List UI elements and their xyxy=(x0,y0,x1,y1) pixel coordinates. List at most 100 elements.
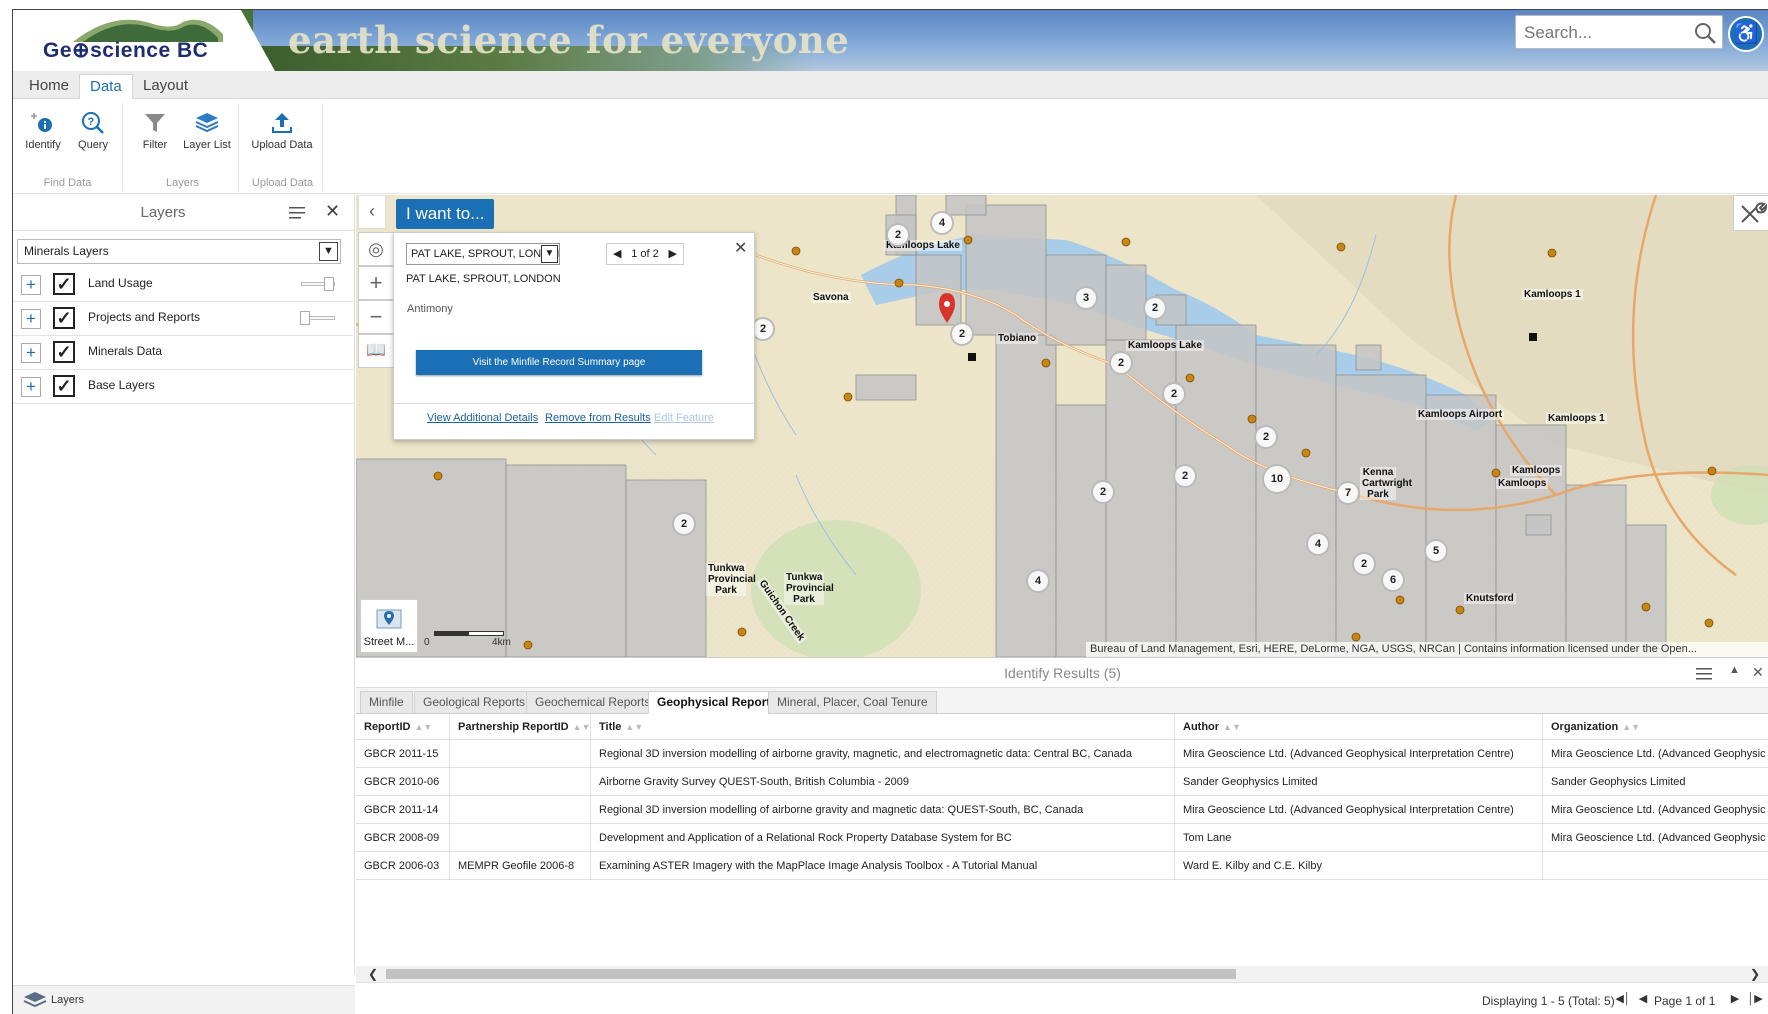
map-cluster[interactable]: 2 xyxy=(1162,382,1186,406)
bookmark-icon[interactable]: 📖 xyxy=(358,334,394,368)
map-cluster[interactable]: 10 xyxy=(1262,464,1292,494)
slider-knob[interactable] xyxy=(324,277,334,291)
opacity-slider[interactable] xyxy=(300,311,335,325)
logo[interactable]: Ge⊕science BC xyxy=(13,10,275,71)
expand-icon[interactable]: + xyxy=(21,275,41,295)
scroll-left-icon[interactable]: ❮ xyxy=(368,966,378,982)
chevron-down-icon[interactable]: ▼ xyxy=(541,245,558,263)
table-row[interactable]: GBCR 2008-09 Development and Application … xyxy=(356,824,1768,852)
header-banner: earth science for everyone Ge⊕science BC… xyxy=(13,10,1768,71)
locate-icon[interactable]: ◎ xyxy=(358,232,394,266)
table-row[interactable]: GBCR 2010-06 Airborne Gravity Survey QUES… xyxy=(356,768,1768,796)
map-view[interactable]: Kamloops Lake Savona Tobiano Kamloops La… xyxy=(356,195,1768,657)
chevron-down-icon[interactable]: ▼ xyxy=(319,242,338,261)
tab-geochemical-reports[interactable]: Geochemical Reports xyxy=(526,691,660,714)
slider-knob[interactable] xyxy=(300,311,310,325)
next-icon[interactable]: ▶ xyxy=(669,244,677,264)
table-row[interactable]: GBCR 2011-15 Regional 3D inversion modell… xyxy=(356,740,1768,768)
tab-layout[interactable]: Layout xyxy=(133,74,198,99)
layer-set-select[interactable]: Minerals Layers ▼ xyxy=(17,239,341,264)
layer-checkbox[interactable]: ✓ xyxy=(53,341,75,363)
layer-checkbox[interactable]: ✓ xyxy=(53,307,75,329)
layer-checkbox[interactable]: ✓ xyxy=(53,375,75,397)
map-cluster[interactable]: 6 xyxy=(1381,568,1405,592)
layer-list-button[interactable]: Layer List xyxy=(179,109,235,159)
map-cluster[interactable]: 2 xyxy=(1352,552,1376,576)
map-cluster[interactable]: 4 xyxy=(930,211,954,235)
zoom-in-button[interactable]: + xyxy=(358,266,394,300)
table-cell: GBCR 2011-14 xyxy=(356,796,450,823)
layer-label: Base Layers xyxy=(88,378,155,392)
expand-icon[interactable]: + xyxy=(21,377,41,397)
ribbon-group-layers: Filter Layer List Layers xyxy=(127,103,239,191)
next-page-icon[interactable]: ▶ xyxy=(1726,990,1744,1008)
map-cluster[interactable]: 4 xyxy=(1026,569,1050,593)
horizontal-scrollbar[interactable]: ❮ ❯ xyxy=(356,966,1768,982)
map-cluster[interactable]: 2 xyxy=(672,512,696,536)
expand-icon[interactable]: + xyxy=(21,309,41,329)
column-header[interactable]: Title ▲▼ xyxy=(591,714,1175,739)
map-cluster[interactable]: 2 xyxy=(886,223,910,247)
scrollbar-thumb[interactable] xyxy=(386,969,1236,979)
map-cluster[interactable]: 2 xyxy=(1173,464,1197,488)
popup-title: PAT LAKE, SPROUT, LONDON xyxy=(406,273,561,285)
map-cluster[interactable]: 7 xyxy=(1336,481,1360,505)
tab-geophysical-reports[interactable]: Geophysical Reports xyxy=(648,691,787,714)
tab-geological-reports[interactable]: Geological Reports xyxy=(414,691,535,714)
map-cluster[interactable]: 2 xyxy=(950,322,974,346)
scale-end: 4km xyxy=(492,637,511,648)
previous-page-icon[interactable]: ◀ xyxy=(1634,990,1652,1008)
i-want-to-button[interactable]: I want to... xyxy=(396,199,495,229)
view-details-link[interactable]: View Additional Details xyxy=(427,412,538,424)
opacity-slider[interactable] xyxy=(301,277,335,291)
table-row[interactable]: GBCR 2006-03 MEMPR Geofile 2006-8 Examinin… xyxy=(356,852,1768,880)
search-input[interactable] xyxy=(1524,22,1684,44)
map-cluster[interactable]: 2 xyxy=(1254,425,1278,449)
close-icon[interactable]: ✕ xyxy=(325,201,340,222)
table-row[interactable]: GBCR 2011-14 Regional 3D inversion modell… xyxy=(356,796,1768,824)
filter-button[interactable]: Filter xyxy=(127,109,183,159)
place-label: Tunkwa Provincial Park xyxy=(706,563,756,596)
accessibility-icon[interactable]: ♿ xyxy=(1728,16,1764,52)
remove-from-results-link[interactable]: Remove from Results xyxy=(545,412,651,424)
column-header[interactable]: Author ▲▼ xyxy=(1175,714,1543,739)
column-header[interactable]: Organization ▲▼ xyxy=(1543,714,1768,739)
tab-home[interactable]: Home xyxy=(19,74,79,99)
map-cluster[interactable]: 3 xyxy=(1074,286,1098,310)
map-cluster[interactable]: 2 xyxy=(1143,296,1167,320)
search-icon[interactable] xyxy=(1694,22,1716,44)
place-label: Tobiano xyxy=(996,333,1039,344)
expand-icon[interactable]: + xyxy=(21,343,41,363)
popup-feature-select[interactable]: PAT LAKE, SPROUT, LONDON ▼ xyxy=(406,243,560,265)
previous-icon[interactable]: ◀ xyxy=(613,244,621,264)
chevron-up-icon[interactable]: ▲ xyxy=(1729,664,1740,676)
scroll-right-icon[interactable]: ❯ xyxy=(1750,966,1760,982)
layers-footer-tab[interactable]: Layers xyxy=(21,988,84,1014)
last-page-icon[interactable]: │▶ xyxy=(1746,990,1764,1008)
zoom-out-button[interactable]: − xyxy=(358,300,394,334)
map-cluster[interactable]: 4 xyxy=(1306,532,1330,556)
close-icon[interactable]: ✕ xyxy=(734,238,747,258)
column-header[interactable]: ReportID ▲▼ xyxy=(356,714,450,739)
place-label: Savona xyxy=(811,292,851,303)
basemap-switcher-button[interactable]: Street M... xyxy=(360,599,418,653)
search-box[interactable] xyxy=(1515,15,1723,49)
tab-data[interactable]: Data xyxy=(79,74,133,99)
close-icon[interactable]: ✕ xyxy=(1752,664,1764,681)
menu-icon[interactable] xyxy=(1696,667,1712,680)
visit-minfile-button[interactable]: Visit the Minfile Record Summary page xyxy=(416,350,702,375)
query-button[interactable]: ? Query xyxy=(65,109,121,159)
map-cluster[interactable]: 2 xyxy=(1109,351,1133,375)
tools-button[interactable] xyxy=(1733,195,1768,231)
tab-minfile[interactable]: Minfile xyxy=(360,691,413,714)
column-header[interactable]: Partnership ReportID ▲▼ xyxy=(450,714,591,739)
layer-checkbox[interactable]: ✓ xyxy=(53,273,75,295)
menu-icon[interactable] xyxy=(289,206,305,220)
collapse-panel-button[interactable]: ‹ xyxy=(358,195,386,229)
tab-mineral-placer-coal-tenure[interactable]: Mineral, Placer, Coal Tenure xyxy=(768,691,937,714)
upload-data-button[interactable]: Upload Data xyxy=(245,109,319,159)
map-cluster[interactable]: 5 xyxy=(1424,539,1448,563)
first-page-icon[interactable]: ◀│ xyxy=(1614,990,1632,1008)
identify-button[interactable]: Identify xyxy=(15,109,71,159)
map-cluster[interactable]: 2 xyxy=(1091,480,1115,504)
